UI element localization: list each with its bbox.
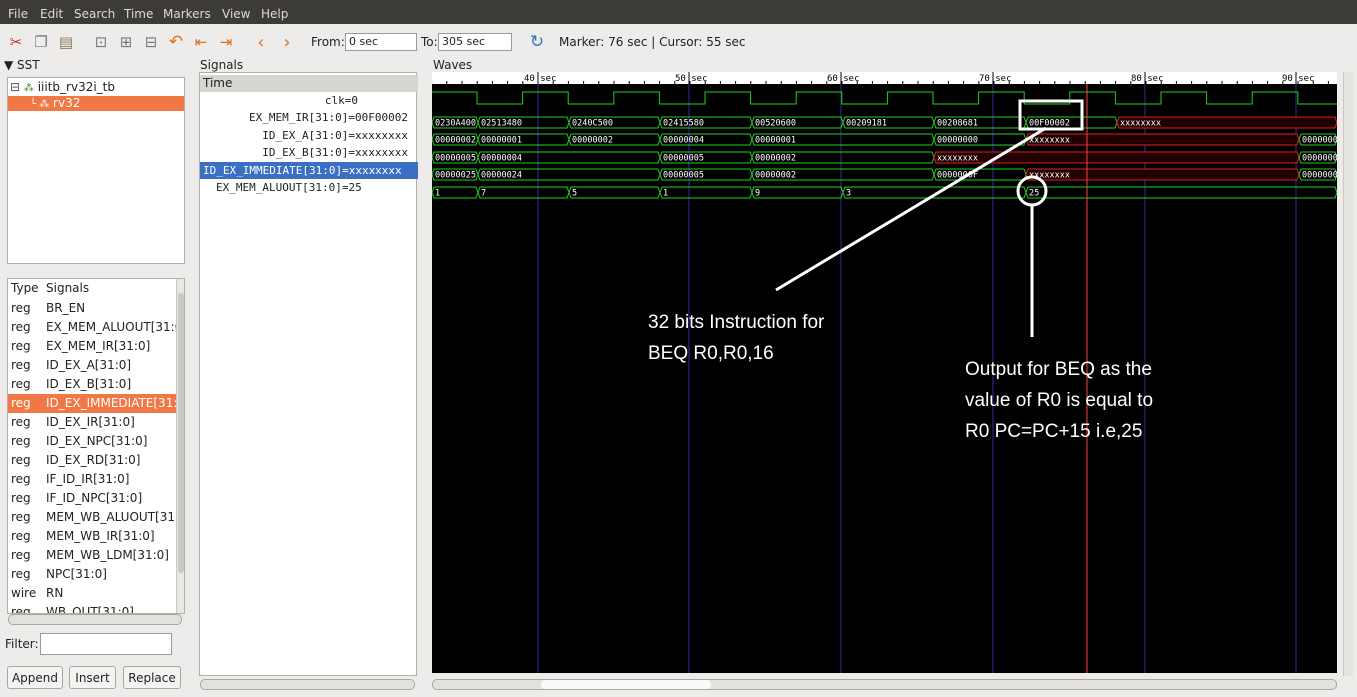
output-highlight-circle [1016,175,1048,207]
annotation-instruction-line2: BEQ R0,R0,16 [648,343,774,364]
instruction-pointer-line [775,126,1047,292]
annotation-output-line1: Output for BEQ as the [965,359,1152,380]
annotation-output-line2: value of R0 is equal to [965,390,1154,411]
instruction-highlight-box [1018,99,1084,131]
annotation-instruction-line1: 32 bits Instruction for [648,312,825,333]
annotation-output-line3: R0 PC=PC+15 i.e,25 [965,421,1143,442]
